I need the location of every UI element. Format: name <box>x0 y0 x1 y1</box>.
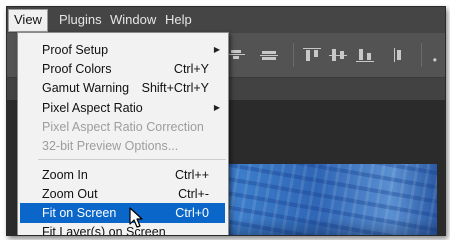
menu-item-label: Pixel Aspect Ratio Correction <box>42 120 204 134</box>
toolbar-separator <box>421 43 422 67</box>
align-top-edges-icon[interactable] <box>303 48 321 62</box>
menu-item-shortcut: Ctrl+Y <box>173 62 209 76</box>
menu-item-pixel-aspect-ratio-correction: Pixel Aspect Ratio Correction <box>20 117 225 137</box>
menu-item-label: Fit on Screen <box>42 206 117 220</box>
align-bottom-edges-icon[interactable] <box>356 48 374 62</box>
more-options-icon[interactable]: • <box>433 53 437 67</box>
menu-item-label: Gamut Warning <box>42 81 130 95</box>
align-vertical-centers-icon[interactable] <box>329 48 347 62</box>
menu-help[interactable]: Help <box>160 10 197 30</box>
menu-item-label: Zoom Out <box>42 187 98 201</box>
menu-plugins[interactable]: Plugins <box>54 10 107 30</box>
photoshop-window: View Plugins Window Help • Proof Setup ▶… <box>6 6 446 236</box>
view-dropdown-menu: Proof Setup ▶ Proof Colors Ctrl+Y Gamut … <box>17 32 229 236</box>
menu-item-32bit-preview-options: 32-bit Preview Options... <box>20 136 225 156</box>
menu-bar: View Plugins Window Help <box>7 7 445 33</box>
menu-item-fit-on-screen[interactable]: Fit on Screen Ctrl+0 <box>20 203 225 223</box>
mouse-pointer-icon <box>129 207 143 228</box>
menu-item-fit-layers-on-screen[interactable]: Fit Layer(s) on Screen <box>20 222 225 236</box>
menu-item-proof-setup[interactable]: Proof Setup ▶ <box>20 40 225 60</box>
menu-item-label: Proof Colors <box>42 62 112 76</box>
menu-item-label: Zoom In <box>42 168 88 182</box>
menu-item-label: 32-bit Preview Options... <box>42 139 179 153</box>
align-center-icon[interactable] <box>227 48 245 62</box>
menu-view[interactable]: View <box>8 9 48 32</box>
menu-item-shortcut: Ctrl+0 <box>175 206 209 220</box>
menu-item-shortcut: Ctrl++ <box>174 168 209 182</box>
menu-item-pixel-aspect-ratio[interactable]: Pixel Aspect Ratio ▶ <box>20 98 225 118</box>
menu-item-shortcut: Shift+Ctrl+Y <box>141 81 209 95</box>
menu-separator <box>38 159 226 160</box>
align-left-edges-icon[interactable] <box>391 48 409 62</box>
menu-item-label: Pixel Aspect Ratio <box>42 101 143 115</box>
submenu-arrow-icon: ▶ <box>213 45 220 54</box>
align-middle-icon[interactable] <box>260 48 278 62</box>
menu-window[interactable]: Window <box>105 10 161 30</box>
menu-item-zoom-in[interactable]: Zoom In Ctrl++ <box>20 165 225 185</box>
menu-item-zoom-out[interactable]: Zoom Out Ctrl+- <box>20 184 225 204</box>
toolbar-separator <box>293 43 294 67</box>
menu-item-proof-colors[interactable]: Proof Colors Ctrl+Y <box>20 59 225 79</box>
menu-item-label: Fit Layer(s) on Screen <box>42 225 166 236</box>
menu-item-shortcut: Ctrl+- <box>178 187 209 201</box>
menu-item-label: Proof Setup <box>42 43 109 57</box>
submenu-arrow-icon: ▶ <box>213 103 220 112</box>
menu-item-gamut-warning[interactable]: Gamut Warning Shift+Ctrl+Y <box>20 78 225 98</box>
